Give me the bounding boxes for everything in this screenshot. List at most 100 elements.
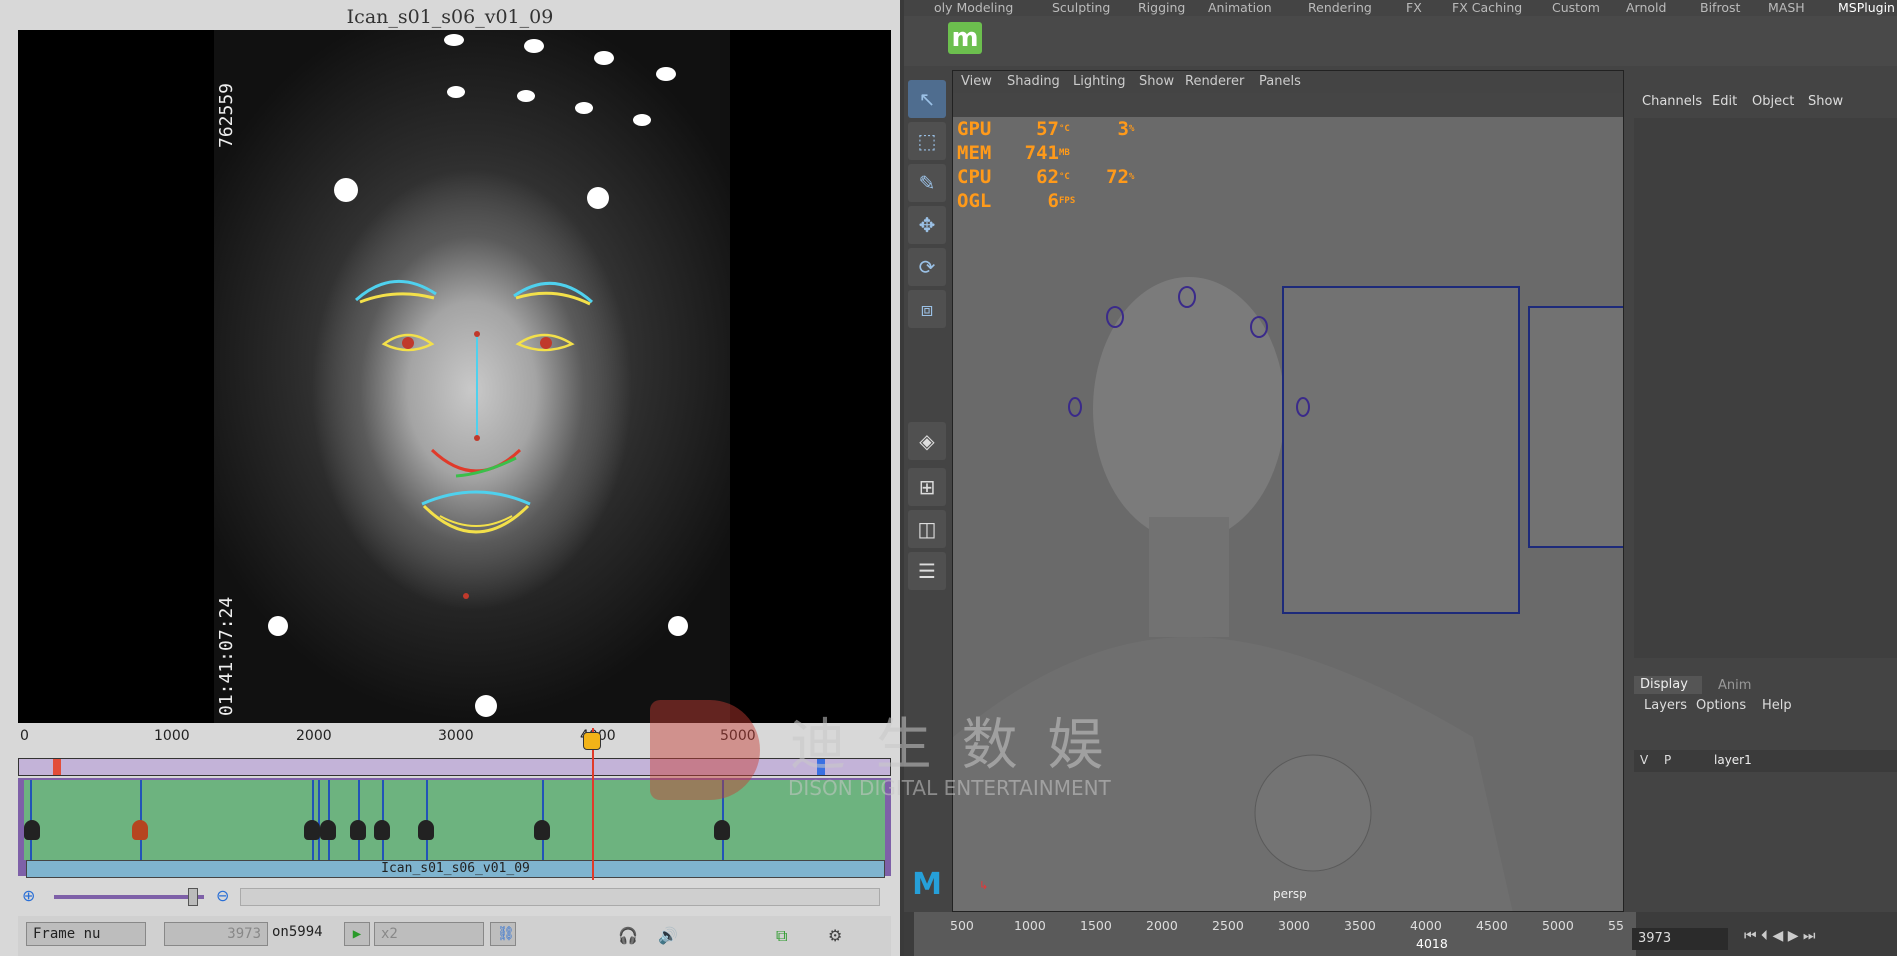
hud-value: 57 xyxy=(1036,118,1059,140)
playhead-line xyxy=(592,728,594,880)
ruler-tick: 0 xyxy=(20,728,29,744)
hud-value: 62 xyxy=(1036,166,1059,188)
frame-total: on5994 xyxy=(272,924,323,940)
horizontal-scrollbar[interactable] xyxy=(240,888,880,906)
tab-anim[interactable]: Anim xyxy=(1718,678,1751,693)
zoom-slider-handle[interactable] xyxy=(188,888,198,906)
frame-mode-select[interactable]: Frame nu xyxy=(26,922,146,946)
timecode-clock: 01:41:07:24 xyxy=(216,596,237,716)
outliner-icon[interactable]: ☰ xyxy=(908,552,946,590)
keyframe-marker[interactable] xyxy=(374,820,390,840)
hud-value: 741 xyxy=(1024,142,1059,164)
channel-menu: Channels Edit Object Show xyxy=(1626,94,1897,114)
tab-rendering[interactable]: Rendering xyxy=(1308,0,1372,15)
tab-bifrost[interactable]: Bifrost xyxy=(1700,0,1740,15)
hud-label: CPU xyxy=(957,166,992,188)
ruler-tick: 1000 xyxy=(154,728,190,744)
camera-label: persp xyxy=(1273,887,1307,901)
time-tick: 2500 xyxy=(1212,918,1244,933)
tab-display[interactable]: Display xyxy=(1634,676,1702,694)
tab-poly-modeling[interactable]: oly Modeling xyxy=(934,0,1013,15)
tab-msplugin[interactable]: MSPlugin xyxy=(1838,0,1895,15)
menu-layers[interactable]: Layers xyxy=(1644,698,1687,713)
layer-visibility-toggle[interactable]: V xyxy=(1640,753,1648,767)
playhead-handle[interactable] xyxy=(583,732,601,750)
keyframe-marker[interactable] xyxy=(350,820,366,840)
current-frame-field[interactable]: 3973 xyxy=(1632,928,1728,950)
tab-fx-caching[interactable]: FX Caching xyxy=(1452,0,1522,15)
keyframe-marker[interactable] xyxy=(24,820,40,840)
rotate-tool-icon[interactable]: ⟳ xyxy=(908,248,946,286)
clip-name-bar[interactable]: Ican_s01_s06_v01_09 xyxy=(26,860,885,878)
hud-label: GPU xyxy=(957,118,992,140)
hud-label: MEM xyxy=(957,142,992,164)
performance-hud: GPU 57°C 3% MEM 741MB CPU 62°C 72% OGL 6FPS xyxy=(957,117,1134,213)
move-tool-icon[interactable]: ✥ xyxy=(908,206,946,244)
play-button[interactable]: ▶ xyxy=(344,922,370,946)
menu-help[interactable]: Help xyxy=(1762,698,1792,713)
layer-row[interactable]: V P layer1 xyxy=(1634,750,1897,772)
time-slider[interactable]: 500 1000 1500 2000 2500 3000 3500 4000 4… xyxy=(914,912,1636,956)
scale-tool-icon[interactable]: ⧈ xyxy=(908,290,946,328)
ruler-tick: 2000 xyxy=(296,728,332,744)
four-view-icon[interactable]: ⊞ xyxy=(908,468,946,506)
paint-select-icon[interactable]: ✎ xyxy=(908,164,946,202)
watermark: 迪 生 数 娱 DISON DIGITAL ENTERTAINMENT xyxy=(650,700,1150,810)
viewport-toolbar[interactable] xyxy=(953,93,1623,117)
lasso-tool-icon[interactable]: ⬚ xyxy=(908,122,946,160)
maya-timeline[interactable]: 500 1000 1500 2000 2500 3000 3500 4000 4… xyxy=(904,912,1897,956)
select-tool-icon[interactable]: ↖ xyxy=(908,80,946,118)
menu-view[interactable]: View xyxy=(961,74,992,89)
hud-unit: % xyxy=(1129,124,1135,134)
frame-input[interactable]: 3973 xyxy=(164,922,268,946)
menu-channels[interactable]: Channels xyxy=(1642,94,1702,109)
menu-lighting[interactable]: Lighting xyxy=(1073,74,1126,89)
ruler-tick: 3000 xyxy=(438,728,474,744)
playback-controls-icons[interactable]: ⏮ ⏴ ◀ ▶ ⏭ xyxy=(1744,928,1816,944)
layer-name[interactable]: layer1 xyxy=(1714,753,1752,767)
time-tick: 3500 xyxy=(1344,918,1376,933)
tab-animation[interactable]: Animation xyxy=(1208,0,1272,15)
zoom-out-icon[interactable]: ⊖ xyxy=(216,886,229,905)
range-start-handle[interactable] xyxy=(53,759,61,775)
menu-show[interactable]: Show xyxy=(1808,94,1843,109)
layout-icon[interactable]: ◈ xyxy=(908,422,946,460)
menu-edit[interactable]: Edit xyxy=(1712,94,1737,109)
audio-icon[interactable]: 🎧 xyxy=(618,926,638,945)
shelf-row xyxy=(904,16,1897,66)
two-view-icon[interactable]: ◫ xyxy=(908,510,946,548)
tab-rigging[interactable]: Rigging xyxy=(1138,0,1185,15)
speed-select[interactable]: x2 xyxy=(374,922,484,946)
tab-custom[interactable]: Custom xyxy=(1552,0,1600,15)
menu-options[interactable]: Options xyxy=(1696,698,1746,713)
keyframe-marker[interactable] xyxy=(534,820,550,840)
hud-unit: FPS xyxy=(1059,196,1076,206)
keyframe-marker[interactable] xyxy=(418,820,434,840)
menu-renderer[interactable]: Renderer xyxy=(1185,74,1244,89)
volume-icon[interactable]: 🔊 xyxy=(658,926,678,945)
shelf-tabs: oly Modeling Sculpting Rigging Animation… xyxy=(904,0,1897,16)
time-tick: 1500 xyxy=(1080,918,1112,933)
hud-mem-row: MEM 741MB xyxy=(957,141,1134,165)
hud-ogl-row: OGL 6FPS xyxy=(957,189,1134,213)
menu-panels[interactable]: Panels xyxy=(1259,74,1301,89)
layer-playback-toggle[interactable]: P xyxy=(1664,753,1671,767)
keyframe-marker[interactable] xyxy=(132,820,148,840)
tab-fx[interactable]: FX xyxy=(1406,0,1422,15)
menu-show[interactable]: Show xyxy=(1139,74,1174,89)
tab-sculpting[interactable]: Sculpting xyxy=(1052,0,1110,15)
settings-icon[interactable]: ⚙ xyxy=(828,926,842,945)
zoom-slider[interactable] xyxy=(54,895,204,899)
snapshot-icon[interactable]: ⧉ xyxy=(776,926,787,946)
keyframe-marker[interactable] xyxy=(304,820,320,840)
link-icon[interactable]: ⛓ xyxy=(490,922,516,946)
keyframe-marker[interactable] xyxy=(714,820,730,840)
menu-object[interactable]: Object xyxy=(1752,94,1794,109)
tab-arnold[interactable]: Arnold xyxy=(1626,0,1666,15)
zoom-in-icon[interactable]: ⊕ xyxy=(22,886,35,905)
menu-shading[interactable]: Shading xyxy=(1007,74,1060,89)
axis-gizmo-icon: ↳ xyxy=(979,879,989,892)
msplugin-shelf-button[interactable]: m xyxy=(948,22,982,54)
tab-mash[interactable]: MASH xyxy=(1768,0,1805,15)
keyframe-marker[interactable] xyxy=(320,820,336,840)
